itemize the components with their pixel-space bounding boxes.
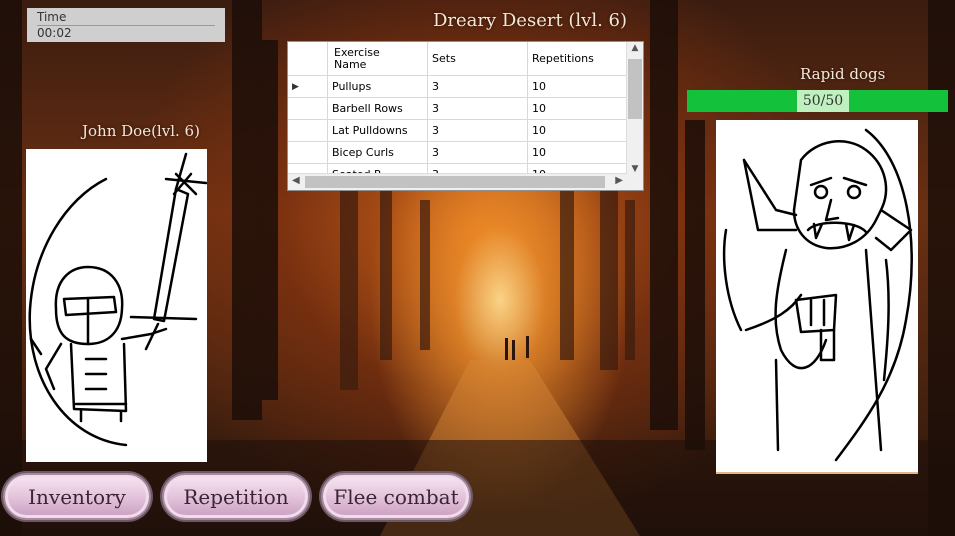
knight-sketch-icon bbox=[28, 152, 208, 447]
table-row[interactable]: Barbell Rows 3 10 bbox=[288, 98, 643, 120]
scroll-right-icon[interactable]: ▶ bbox=[615, 175, 623, 186]
cell-sets[interactable]: 3 bbox=[428, 120, 528, 142]
row-header-column bbox=[288, 42, 328, 76]
enemy-portrait bbox=[716, 120, 918, 474]
cell-exercise[interactable]: Barbell Rows bbox=[328, 98, 428, 120]
column-header-reps[interactable]: Repetitions bbox=[528, 42, 627, 76]
column-header-sets[interactable]: Sets bbox=[428, 42, 528, 76]
cell-exercise[interactable]: Bicep Curls bbox=[328, 142, 428, 164]
table-header: Exercise Name Sets Repetitions bbox=[288, 42, 643, 76]
repetition-button[interactable]: Repetition bbox=[162, 473, 310, 520]
cell-exercise[interactable]: Lat Pulldowns bbox=[328, 120, 428, 142]
enemy-health-text: 50/50 bbox=[797, 90, 849, 112]
player-name: John Doe(lvl. 6) bbox=[82, 122, 200, 140]
flee-combat-button[interactable]: Flee combat bbox=[321, 473, 471, 520]
horizontal-scrollbar[interactable]: ◀ ▶ bbox=[288, 173, 627, 190]
cell-sets[interactable]: 3 bbox=[428, 98, 528, 120]
vertical-scroll-thumb[interactable] bbox=[628, 59, 642, 119]
cell-reps[interactable]: 10 bbox=[528, 142, 627, 164]
scrollbar-corner bbox=[627, 174, 643, 190]
scroll-down-icon[interactable]: ▼ bbox=[627, 164, 643, 174]
cell-sets[interactable]: 3 bbox=[428, 142, 528, 164]
level-title: Dreary Desert (lvl. 6) bbox=[432, 10, 628, 31]
row-selector[interactable] bbox=[288, 98, 328, 120]
horizontal-scroll-thumb[interactable] bbox=[305, 176, 605, 188]
cell-reps[interactable]: 10 bbox=[528, 76, 627, 98]
table-row[interactable]: Lat Pulldowns 3 10 bbox=[288, 120, 643, 142]
table-row[interactable]: Bicep Curls 3 10 bbox=[288, 142, 643, 164]
row-selector-icon[interactable]: ▶ bbox=[288, 76, 328, 98]
cell-reps[interactable]: 10 bbox=[528, 98, 627, 120]
exercise-table[interactable]: Exercise Name Sets Repetitions ▶ Pullups… bbox=[287, 41, 644, 191]
vertical-scrollbar[interactable]: ▲ ▼ bbox=[626, 42, 643, 175]
row-selector[interactable] bbox=[288, 142, 328, 164]
row-selector[interactable] bbox=[288, 120, 328, 142]
goblin-sketch-icon bbox=[722, 128, 913, 462]
cell-reps[interactable]: 10 bbox=[528, 120, 627, 142]
inventory-button[interactable]: Inventory bbox=[3, 473, 151, 520]
enemy-name: Rapid dogs bbox=[800, 65, 886, 83]
column-header-exercise[interactable]: Exercise Name bbox=[328, 42, 428, 76]
timer-label: Time bbox=[37, 10, 67, 24]
enemy-health-bar: 50/50 bbox=[687, 90, 948, 112]
cell-exercise[interactable]: Pullups bbox=[328, 76, 428, 98]
scroll-left-icon[interactable]: ◀ bbox=[292, 175, 300, 186]
table-row[interactable]: ▶ Pullups 3 10 bbox=[288, 76, 643, 98]
timer-value: 00:02 bbox=[37, 26, 72, 40]
scroll-up-icon[interactable]: ▲ bbox=[627, 43, 643, 53]
player-portrait bbox=[26, 149, 208, 462]
cell-sets[interactable]: 3 bbox=[428, 76, 528, 98]
timer-panel: Time 00:02 bbox=[27, 8, 225, 42]
